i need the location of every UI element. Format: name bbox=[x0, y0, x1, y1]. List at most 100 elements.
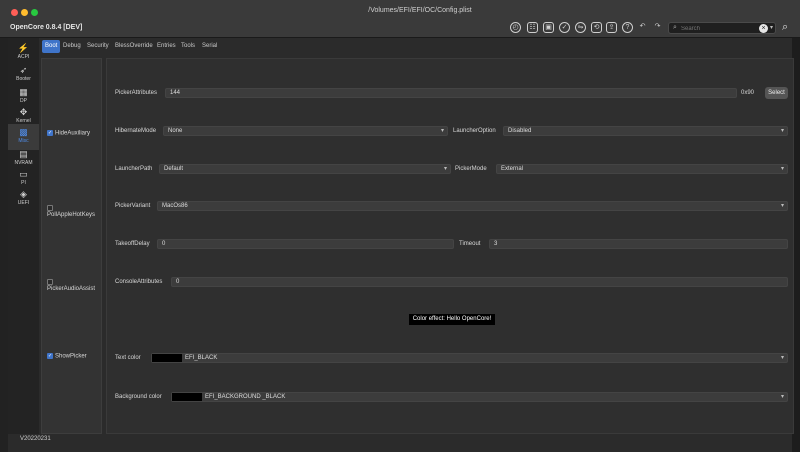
text-color-label: Text color bbox=[115, 355, 141, 361]
select-value: None bbox=[168, 128, 183, 134]
lightning-icon: ⚡ bbox=[17, 43, 30, 53]
picker-mode-label: PickerMode bbox=[455, 166, 487, 172]
picker-mode-select[interactable]: External ▾ bbox=[496, 164, 788, 174]
select-value: EFI_BLACK bbox=[185, 355, 218, 361]
sidebar-item-label: Misc bbox=[18, 138, 29, 144]
chevron-down-icon: ▾ bbox=[780, 128, 784, 134]
tab-security[interactable]: Security bbox=[84, 40, 112, 53]
launcher-option-label: LauncherOption bbox=[453, 128, 496, 134]
app-title: OpenCore 0.8.4 [DEV] bbox=[10, 24, 83, 31]
picker-variant-select[interactable]: MacOs86 ▾ bbox=[157, 201, 788, 211]
chevron-down-icon: ▾ bbox=[780, 166, 784, 172]
hibernate-mode-select[interactable]: None ▾ bbox=[163, 126, 448, 136]
color-swatch bbox=[172, 393, 202, 401]
picker-attributes-hex: 0x90 bbox=[741, 90, 755, 96]
search-input[interactable] bbox=[681, 24, 751, 33]
checkbox-hideauxiliary[interactable]: ✓ HideAuxiliary bbox=[47, 130, 90, 137]
chevron-down-icon: ▾ bbox=[780, 394, 784, 400]
misc-icon: ▩ bbox=[19, 127, 28, 137]
picker-variant-label: PickerVariant bbox=[115, 203, 151, 209]
console-attributes-label: ConsoleAttributes bbox=[115, 279, 163, 285]
clear-search-icon[interactable]: × bbox=[759, 24, 768, 33]
tab-debug[interactable]: Debug bbox=[60, 40, 84, 53]
puzzle-icon: ▦ bbox=[19, 87, 28, 97]
checkbox-unchecked-icon[interactable] bbox=[47, 205, 53, 211]
tab-blessoverride[interactable]: BlessOverride bbox=[112, 40, 156, 53]
select-value: Disabled bbox=[508, 128, 532, 134]
select-value: Default bbox=[164, 166, 184, 172]
chevron-down-icon: ▾ bbox=[780, 355, 784, 361]
background-color-select[interactable]: EFI_BACKGROUND _BLACK ▾ bbox=[171, 392, 788, 402]
chip-icon: ▤ bbox=[19, 149, 28, 159]
checkbox-checked-icon[interactable]: ✓ bbox=[47, 130, 53, 136]
sidebar: ⚡ ACPI ➶ Booter ▦ DP ✥ Kernel ▩ Misc ▤ N… bbox=[8, 38, 39, 434]
rocket-icon: ➶ bbox=[19, 65, 28, 75]
magnifier-icon[interactable]: ⌕ bbox=[782, 21, 788, 34]
checkbox-pollapplehotkeys[interactable]: PollAppleHotKeys bbox=[47, 205, 101, 218]
compare-icon[interactable]: ⇋ bbox=[575, 22, 586, 33]
checkbox-label: PollAppleHotKeys bbox=[47, 211, 96, 218]
checkbox-checked-icon[interactable]: ✓ bbox=[47, 353, 53, 359]
status-version: V20220231 bbox=[20, 436, 51, 442]
save-icon[interactable]: ▣ bbox=[543, 22, 554, 33]
search-box[interactable]: ⌕ × ▾ bbox=[668, 22, 776, 34]
undo-icon[interactable]: ↶ bbox=[637, 22, 648, 33]
launcher-option-select[interactable]: Disabled ▾ bbox=[503, 126, 788, 136]
help-icon[interactable]: ? bbox=[622, 22, 633, 33]
export-icon[interactable]: ⇪ bbox=[606, 22, 617, 33]
close-window-button[interactable] bbox=[11, 9, 18, 16]
select-button[interactable]: Select bbox=[765, 87, 788, 99]
tab-serial[interactable]: Serial bbox=[199, 40, 220, 53]
check-icon[interactable]: ✓ bbox=[559, 22, 570, 33]
minimize-window-button[interactable] bbox=[21, 9, 28, 16]
app-window: /Volumes/EFI/EFI/OC/Config.plist OpenCor… bbox=[0, 0, 800, 452]
chevron-down-icon[interactable]: ▾ bbox=[770, 24, 773, 31]
sidebar-item-label: ACPI bbox=[17, 54, 30, 60]
picker-attributes-label: PickerAttributes bbox=[115, 90, 158, 96]
color-preview: Color effect: Hello OpenCore! bbox=[409, 314, 495, 325]
sync-icon[interactable]: ⟲ bbox=[591, 22, 602, 33]
chevron-down-icon: ▾ bbox=[443, 166, 447, 172]
grid-icon[interactable]: ☷ bbox=[527, 22, 538, 33]
text-color-select[interactable]: EFI_BLACK ▾ bbox=[151, 353, 788, 363]
select-value: External bbox=[501, 166, 524, 172]
sidebar-item-label: UEFI bbox=[17, 200, 30, 206]
chevron-down-icon: ▾ bbox=[780, 203, 784, 209]
tab-entries[interactable]: Entries bbox=[154, 40, 179, 53]
sidebar-item-uefi[interactable]: ◈ UEFI bbox=[8, 186, 39, 212]
hibernate-mode-label: HibernateMode bbox=[115, 128, 157, 134]
window-title: /Volumes/EFI/EFI/OC/Config.plist bbox=[368, 7, 472, 14]
checkbox-label: PickerAudioAssist bbox=[47, 285, 96, 292]
select-value: MacOs86 bbox=[162, 203, 188, 209]
launcher-path-label: LauncherPath bbox=[115, 166, 153, 172]
checkbox-label: HideAuxiliary bbox=[55, 130, 91, 137]
settings-panel: PickerAttributes 144 0x90 Select Hiberna… bbox=[106, 58, 794, 434]
checkbox-label: ShowPicker bbox=[55, 353, 87, 360]
checkbox-showpicker[interactable]: ✓ ShowPicker bbox=[47, 353, 87, 360]
flags-panel: ✓ HideAuxiliary PollAppleHotKeys PickerAu… bbox=[41, 58, 102, 434]
color-swatch bbox=[152, 354, 182, 362]
background-color-label: Background color bbox=[115, 394, 162, 400]
cube-icon: ◈ bbox=[20, 189, 27, 199]
zoom-window-button[interactable] bbox=[31, 9, 38, 16]
title-bar: /Volumes/EFI/EFI/OC/Config.plist OpenCor… bbox=[0, 0, 800, 38]
tab-tools[interactable]: Tools bbox=[178, 40, 198, 53]
select-value: EFI_BACKGROUND _BLACK bbox=[205, 394, 286, 400]
checkbox-unchecked-icon[interactable] bbox=[47, 279, 53, 285]
search-icon: ⌕ bbox=[673, 24, 677, 31]
checkbox-pickeraudioassist[interactable]: PickerAudioAssist bbox=[47, 279, 101, 292]
sidebar-item-label: Booter bbox=[16, 76, 31, 82]
console-attributes-input[interactable]: 0 bbox=[171, 277, 788, 287]
picker-attributes-input[interactable]: 144 bbox=[165, 88, 737, 98]
monitor-icon: ▭ bbox=[19, 169, 28, 179]
timeout-label: Timeout bbox=[459, 241, 481, 247]
chevron-down-icon: ▾ bbox=[440, 128, 444, 134]
database-icon[interactable]: ◴ bbox=[510, 22, 521, 33]
tab-boot[interactable]: Boot bbox=[42, 40, 61, 53]
launcher-path-select[interactable]: Default ▾ bbox=[159, 164, 451, 174]
takeoff-delay-label: TakeoffDelay bbox=[115, 241, 150, 247]
takeoff-delay-input[interactable]: 0 bbox=[157, 239, 454, 249]
timeout-input[interactable]: 3 bbox=[489, 239, 788, 249]
redo-icon[interactable]: ↷ bbox=[652, 22, 663, 33]
kernel-icon: ✥ bbox=[19, 107, 28, 117]
